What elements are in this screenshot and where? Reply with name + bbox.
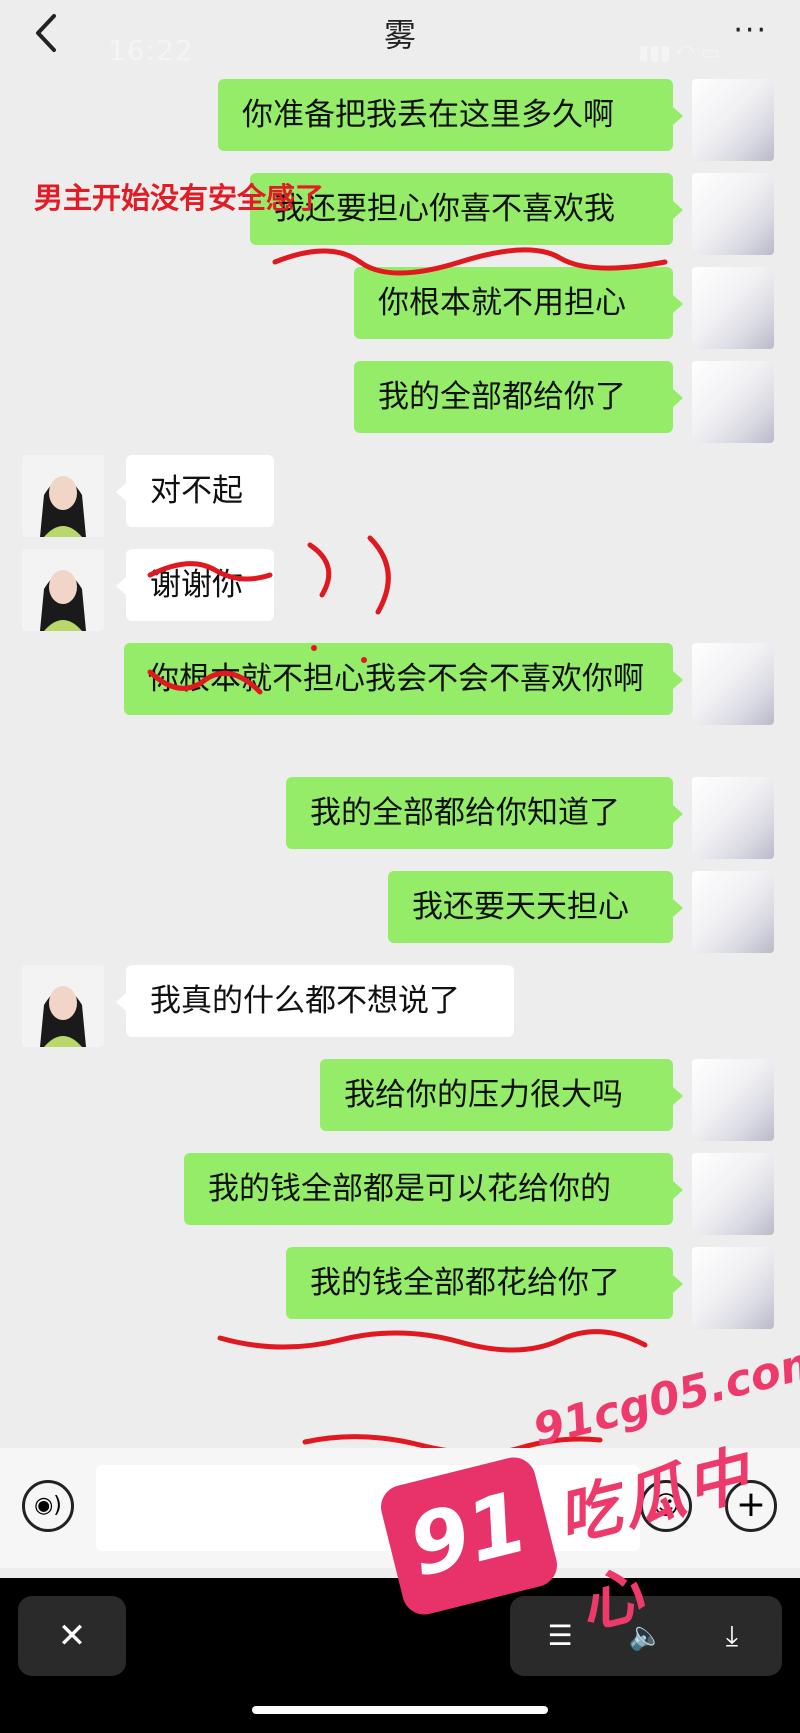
my-avatar[interactable] xyxy=(692,361,774,443)
my-avatar[interactable] xyxy=(692,871,774,953)
voice-icon[interactable]: ◉) xyxy=(22,1480,74,1532)
my-avatar[interactable] xyxy=(692,1059,774,1141)
message-bubble-incoming[interactable]: 我真的什么都不想说了 xyxy=(116,965,514,1037)
contact-photo xyxy=(22,965,104,1047)
annotation-text: 男主开始没有安全感了 xyxy=(34,181,325,215)
contact-avatar[interactable] xyxy=(22,455,104,537)
more-icon[interactable]: ··· xyxy=(733,16,768,46)
message-bubble-outgoing[interactable]: 我的全部都给你知道了 xyxy=(286,777,683,849)
signal-icons: ▮▮▮ ◠ ▭ xyxy=(637,40,720,64)
contact-photo xyxy=(22,549,104,631)
my-avatar[interactable] xyxy=(692,79,774,161)
contact-avatar[interactable] xyxy=(22,965,104,1047)
message-bubble-outgoing[interactable]: 我的钱全部都是可以花给你的 xyxy=(184,1153,683,1225)
my-avatar[interactable] xyxy=(692,267,774,349)
status-bar: 16:22 雾 ▮▮▮ ◠ ▭ ··· xyxy=(0,0,800,70)
contact-photo xyxy=(22,455,104,537)
my-avatar[interactable] xyxy=(692,777,774,859)
message-bubble-outgoing[interactable]: 你根本就不用担心 xyxy=(354,267,683,339)
message-bubble-outgoing[interactable]: 你准备把我丢在这里多久啊 xyxy=(218,79,683,151)
message-bubble-outgoing[interactable]: 我给你的压力很大吗 xyxy=(320,1059,683,1131)
message-bubble-outgoing[interactable]: 我的全部都给你了 xyxy=(354,361,683,433)
contact-avatar[interactable] xyxy=(22,549,104,631)
home-indicator xyxy=(252,1706,548,1714)
my-avatar[interactable] xyxy=(692,1247,774,1329)
chat-area[interactable]: 你准备把我丢在这里多久啊 我还要担心你喜不喜欢我 你根本就不用担心 我的全部都给… xyxy=(0,75,800,1445)
my-avatar[interactable] xyxy=(692,643,774,725)
my-avatar[interactable] xyxy=(692,1153,774,1235)
message-bubble-outgoing[interactable]: 你根本就不担心我会不会不喜欢你啊 xyxy=(124,643,683,715)
close-button[interactable]: ✕ xyxy=(18,1596,126,1676)
my-avatar[interactable] xyxy=(692,173,774,255)
message-bubble-outgoing[interactable]: 我还要天天担心 xyxy=(388,871,683,943)
message-bubble-outgoing[interactable]: 我的钱全部都花给你了 xyxy=(286,1247,683,1319)
message-bubble-incoming[interactable]: 谢谢你 xyxy=(116,549,274,621)
message-bubble-incoming[interactable]: 对不起 xyxy=(116,455,274,527)
